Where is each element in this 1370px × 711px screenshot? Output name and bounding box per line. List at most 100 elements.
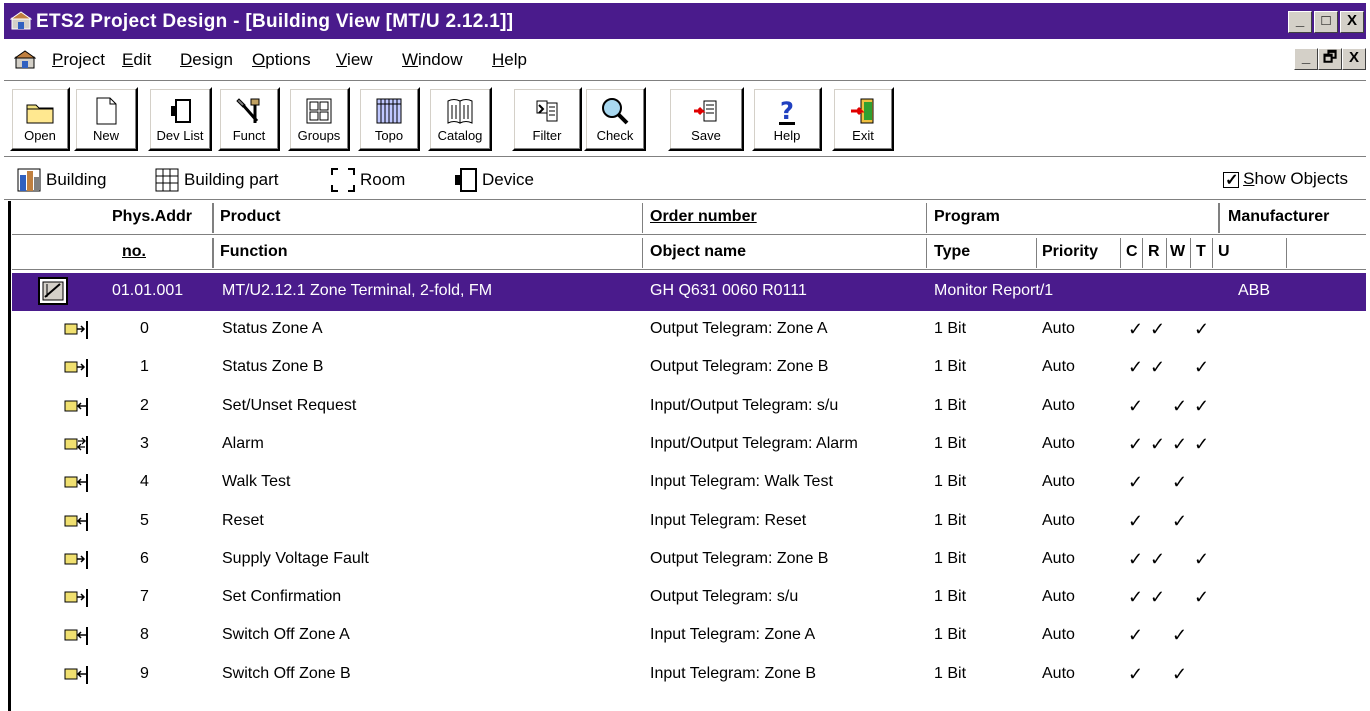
check-button[interactable]: Check bbox=[584, 87, 646, 151]
col-header-no[interactable]: no. bbox=[122, 243, 146, 261]
minimize-button[interactable]: _ bbox=[1288, 11, 1312, 33]
column-divider[interactable] bbox=[1212, 238, 1213, 268]
flag-w-check-icon[interactable]: ✓ bbox=[1172, 396, 1187, 417]
flag-w-check-icon[interactable]: ✓ bbox=[1172, 472, 1187, 493]
mdi-close-button[interactable]: X bbox=[1342, 48, 1366, 70]
column-divider[interactable] bbox=[1166, 238, 1167, 268]
col-header-object-name[interactable]: Object name bbox=[650, 243, 746, 261]
menu-edit[interactable]: Edit bbox=[122, 50, 151, 70]
new-button[interactable]: New bbox=[74, 87, 138, 151]
maximize-button[interactable]: □ bbox=[1314, 11, 1338, 33]
filter-button[interactable]: Filter bbox=[512, 87, 582, 151]
col-header-c[interactable]: C bbox=[1126, 243, 1138, 261]
flag-c-check-icon[interactable]: ✓ bbox=[1128, 434, 1143, 455]
menu-window[interactable]: Window bbox=[402, 50, 462, 70]
object-row[interactable]: 6 Supply Voltage Fault Output Telegram: Zo… bbox=[12, 541, 1366, 579]
groups-button[interactable]: Groups bbox=[288, 87, 350, 151]
add-building-button[interactable]: Building bbox=[16, 167, 107, 193]
column-divider[interactable] bbox=[212, 238, 214, 268]
col-header-r[interactable]: R bbox=[1148, 243, 1160, 261]
flag-t-check-icon[interactable]: ✓ bbox=[1194, 587, 1209, 608]
col-header-phys-addr[interactable]: Phys.Addr bbox=[112, 208, 192, 226]
document-system-icon[interactable] bbox=[14, 49, 36, 71]
flag-c-check-icon[interactable]: ✓ bbox=[1128, 625, 1143, 646]
close-button[interactable]: X bbox=[1340, 11, 1364, 33]
flag-t-check-icon[interactable]: ✓ bbox=[1194, 396, 1209, 417]
flag-t-check-icon[interactable]: ✓ bbox=[1194, 319, 1209, 340]
object-row[interactable]: 5 Reset Input Telegram: Reset 1 Bit Auto ✓ ✓ bbox=[12, 503, 1366, 541]
column-divider[interactable] bbox=[926, 203, 927, 233]
col-header-t[interactable]: T bbox=[1196, 243, 1206, 261]
funct-button[interactable]: Funct bbox=[218, 87, 280, 151]
flag-r-check-icon[interactable]: ✓ bbox=[1150, 549, 1165, 570]
menu-help[interactable]: Help bbox=[492, 50, 527, 70]
flag-c-check-icon[interactable]: ✓ bbox=[1128, 396, 1143, 417]
add-room-button[interactable]: Room bbox=[330, 167, 405, 193]
topo-button[interactable]: Topo bbox=[358, 87, 420, 151]
col-header-product[interactable]: Product bbox=[220, 208, 280, 226]
object-row[interactable]: 0 Status Zone A Output Telegram: Zone A 1 B… bbox=[12, 311, 1366, 349]
object-row[interactable]: 8 Switch Off Zone A Input Telegram: Zone A… bbox=[12, 617, 1366, 655]
column-divider[interactable] bbox=[1142, 238, 1143, 268]
save-button[interactable]: Save bbox=[668, 87, 744, 151]
open-button[interactable]: Open bbox=[10, 87, 70, 151]
dev-list-button[interactable]: Dev List bbox=[148, 87, 212, 151]
add-device-button[interactable]: Device bbox=[452, 167, 534, 193]
column-divider[interactable] bbox=[1218, 203, 1220, 233]
flag-r-check-icon[interactable]: ✓ bbox=[1150, 357, 1165, 378]
flag-r-check-icon[interactable]: ✓ bbox=[1150, 587, 1165, 608]
col-header-priority[interactable]: Priority bbox=[1042, 243, 1098, 261]
device-row[interactable]: 01.01.001 MT/U2.12.1 Zone Terminal, 2-fo… bbox=[12, 273, 1366, 311]
object-row[interactable]: 3 Alarm Input/Output Telegram: Alarm 1 Bit A… bbox=[12, 426, 1366, 464]
object-row[interactable]: 2 Set/Unset Request Input/Output Telegram:… bbox=[12, 388, 1366, 426]
flag-c-check-icon[interactable]: ✓ bbox=[1128, 549, 1143, 570]
column-divider[interactable] bbox=[642, 238, 643, 268]
col-header-u[interactable]: U bbox=[1218, 243, 1230, 261]
column-divider[interactable] bbox=[1120, 238, 1121, 268]
flag-t-check-icon[interactable]: ✓ bbox=[1194, 549, 1209, 570]
catalog-button[interactable]: Catalog bbox=[428, 87, 492, 151]
col-header-w[interactable]: W bbox=[1170, 243, 1185, 261]
object-row[interactable]: 1 Status Zone B Output Telegram: Zone B 1 B… bbox=[12, 349, 1366, 387]
object-row[interactable]: 7 Set Confirmation Output Telegram: s/u 1 B… bbox=[12, 579, 1366, 617]
column-divider[interactable] bbox=[212, 203, 214, 233]
flag-t-check-icon[interactable]: ✓ bbox=[1194, 434, 1209, 455]
col-header-order-number[interactable]: Order number bbox=[650, 208, 757, 226]
menu-design[interactable]: Design bbox=[180, 50, 233, 70]
menu-view[interactable]: View bbox=[336, 50, 373, 70]
column-divider[interactable] bbox=[642, 203, 643, 233]
column-divider[interactable] bbox=[926, 238, 927, 268]
menu-project[interactable]: Project bbox=[52, 50, 105, 70]
flag-c-check-icon[interactable]: ✓ bbox=[1128, 511, 1143, 532]
flag-w-check-icon[interactable]: ✓ bbox=[1172, 664, 1187, 685]
col-header-manufacturer[interactable]: Manufacturer bbox=[1228, 208, 1329, 226]
col-header-type[interactable]: Type bbox=[934, 243, 970, 261]
flag-r-check-icon[interactable]: ✓ bbox=[1150, 434, 1165, 455]
flag-c-check-icon[interactable]: ✓ bbox=[1128, 587, 1143, 608]
mdi-minimize-button[interactable]: _ bbox=[1294, 48, 1318, 70]
flag-t-check-icon[interactable]: ✓ bbox=[1194, 357, 1209, 378]
save-icon bbox=[694, 100, 717, 122]
flag-c-check-icon[interactable]: ✓ bbox=[1128, 319, 1143, 340]
menu-options[interactable]: Options bbox=[252, 50, 311, 70]
exit-button[interactable]: Exit bbox=[832, 87, 894, 151]
help-button[interactable]: ? Help bbox=[752, 87, 822, 151]
flag-c-check-icon[interactable]: ✓ bbox=[1128, 664, 1143, 685]
flag-w-check-icon[interactable]: ✓ bbox=[1172, 511, 1187, 532]
col-header-function[interactable]: Function bbox=[220, 243, 288, 261]
object-row[interactable]: 4 Walk Test Input Telegram: Walk Test 1 Bit… bbox=[12, 464, 1366, 502]
object-row[interactable]: 9 Switch Off Zone B Input Telegram: Zone B… bbox=[12, 656, 1366, 694]
flag-w-check-icon[interactable]: ✓ bbox=[1172, 434, 1187, 455]
flag-w-check-icon[interactable]: ✓ bbox=[1172, 625, 1187, 646]
flag-c-check-icon[interactable]: ✓ bbox=[1128, 472, 1143, 493]
flag-r-check-icon[interactable]: ✓ bbox=[1150, 319, 1165, 340]
show-objects-checkbox[interactable]: Show Objects bbox=[1223, 169, 1348, 190]
checkbox-checked-icon[interactable] bbox=[1223, 170, 1240, 190]
column-divider[interactable] bbox=[1190, 238, 1191, 268]
add-building-part-button[interactable]: Building part bbox=[154, 167, 279, 193]
mdi-restore-button[interactable]: 🗗 bbox=[1318, 48, 1342, 70]
column-divider[interactable] bbox=[1286, 238, 1287, 268]
col-header-program[interactable]: Program bbox=[934, 208, 1000, 226]
flag-c-check-icon[interactable]: ✓ bbox=[1128, 357, 1143, 378]
column-divider[interactable] bbox=[1036, 238, 1037, 268]
